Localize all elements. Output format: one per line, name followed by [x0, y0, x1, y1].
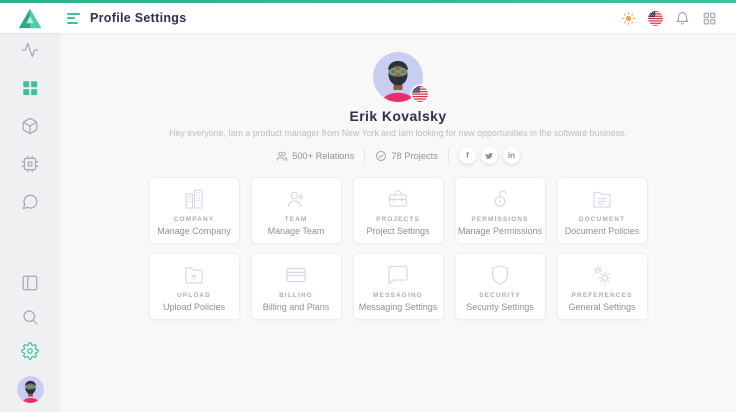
card-link[interactable]: Upload Policies: [163, 302, 225, 312]
twitter-icon[interactable]: [481, 147, 498, 164]
card-link[interactable]: General Settings: [568, 302, 635, 312]
card-category: PROJECTS: [376, 216, 420, 223]
briefcase-icon: [386, 186, 410, 212]
card-link[interactable]: Billing and Plans: [263, 302, 330, 312]
settings-card[interactable]: UPLOAD Upload Policies: [149, 253, 240, 320]
settings-card[interactable]: BILLING Billing and Plans: [251, 253, 342, 320]
box-icon[interactable]: [21, 117, 39, 135]
relations-label: 500+ Relations: [292, 151, 354, 161]
card-link[interactable]: Security Settings: [466, 302, 534, 312]
relations-stat: 500+ Relations: [276, 150, 354, 162]
team-icon: [284, 186, 308, 212]
credit-card-icon: [284, 262, 308, 288]
card-category: SECURITY: [479, 292, 521, 299]
projects-stat: 78 Projects: [375, 150, 438, 162]
facebook-icon[interactable]: f: [459, 147, 476, 164]
building-icon: [182, 186, 206, 212]
activity-icon[interactable]: [21, 41, 39, 59]
settings-card[interactable]: COMPANY Manage Company: [149, 177, 240, 244]
upload-icon: [182, 262, 206, 288]
message-icon: [386, 262, 410, 288]
settings-card[interactable]: PREFERENCES General Settings: [557, 253, 648, 320]
gears-icon: [590, 262, 614, 288]
unlock-icon: [488, 186, 512, 212]
apps-grid-icon[interactable]: [701, 10, 718, 27]
app-logo[interactable]: [0, 8, 60, 29]
app-header: Profile Settings: [0, 3, 736, 33]
shield-icon: [488, 262, 512, 288]
settings-card[interactable]: PROJECTS Project Settings: [353, 177, 444, 244]
sidebar-bottom-nav: [17, 274, 44, 403]
card-link[interactable]: Project Settings: [366, 226, 429, 236]
logo-triangle-icon: [18, 8, 42, 29]
card-category: PERMISSIONS: [471, 216, 528, 223]
cpu-icon[interactable]: [21, 155, 39, 173]
card-link[interactable]: Manage Permissions: [458, 226, 542, 236]
profile-bio: Hey everyone, Iam a product manager from…: [169, 128, 627, 138]
settings-card[interactable]: PERMISSIONS Manage Permissions: [455, 177, 546, 244]
profile-name: Erik Kovalsky: [349, 108, 446, 124]
sidebar-user-avatar[interactable]: [17, 376, 44, 403]
profile-avatar: [373, 52, 423, 102]
card-link[interactable]: Document Policies: [565, 226, 640, 236]
settings-card[interactable]: DOCUMENT Document Policies: [557, 177, 648, 244]
search-icon[interactable]: [21, 308, 39, 326]
card-category: UPLOAD: [177, 292, 211, 299]
check-circle-icon: [375, 150, 387, 162]
settings-gear-icon[interactable]: [21, 342, 39, 360]
bell-icon[interactable]: [674, 10, 691, 27]
card-link[interactable]: Manage Company: [157, 226, 231, 236]
chat-bubble-icon[interactable]: [21, 193, 39, 211]
divider: [448, 148, 449, 163]
document-icon: [590, 186, 614, 212]
card-link[interactable]: Messaging Settings: [359, 302, 438, 312]
grid-icon[interactable]: [21, 79, 39, 97]
card-category: MESSAGING: [373, 292, 423, 299]
projects-label: 78 Projects: [391, 151, 438, 161]
top-accent-bar: [0, 0, 736, 3]
card-category: BILLING: [279, 292, 313, 299]
divider: [364, 148, 365, 163]
card-link[interactable]: Manage Team: [268, 226, 325, 236]
sidebar-top-nav: [21, 41, 39, 211]
settings-card[interactable]: MESSAGING Messaging Settings: [353, 253, 444, 320]
social-links: f in: [459, 147, 520, 164]
card-category: COMPANY: [174, 216, 214, 223]
main-content: Erik Kovalsky Hey everyone, Iam a produc…: [60, 33, 736, 412]
menu-toggle-icon[interactable]: [67, 13, 80, 24]
card-category: DOCUMENT: [579, 216, 625, 223]
sidebar: [0, 33, 60, 412]
header-actions: [620, 10, 736, 27]
settings-card[interactable]: TEAM Manage Team: [251, 177, 342, 244]
settings-card[interactable]: SECURITY Security Settings: [455, 253, 546, 320]
users-icon: [276, 150, 288, 162]
us-flag-badge-icon: [412, 86, 428, 102]
card-category: TEAM: [285, 216, 308, 223]
card-category: PREFERENCES: [572, 292, 633, 299]
us-flag-icon[interactable]: [647, 10, 664, 27]
layout-icon[interactable]: [21, 274, 39, 292]
sun-icon[interactable]: [620, 10, 637, 27]
cards-grid: COMPANY Manage Company TEAM Manage Team …: [149, 177, 648, 320]
linkedin-icon[interactable]: in: [503, 147, 520, 164]
page-title: Profile Settings: [90, 11, 186, 25]
profile-stats: 500+ Relations 78 Projects f in: [276, 147, 520, 164]
